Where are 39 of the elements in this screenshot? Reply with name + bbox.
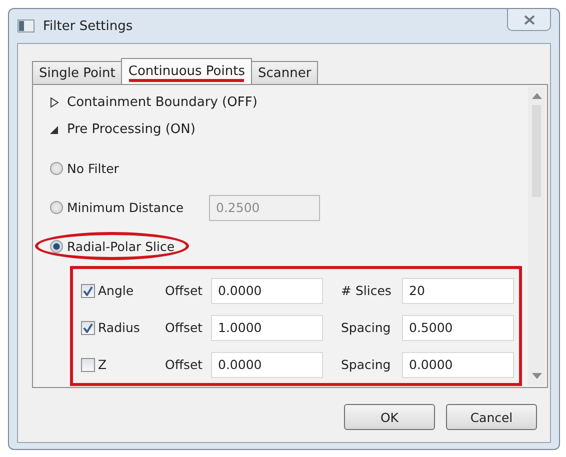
scrollbar[interactable] <box>528 87 545 385</box>
field-label: Offset <box>165 357 204 372</box>
field-label: Offset <box>165 320 204 335</box>
tab[interactable]: Continuous Points <box>121 58 252 84</box>
input-field[interactable]: 0.0000 <box>211 352 323 378</box>
radio-label: Minimum Distance <box>67 200 185 215</box>
radio-button[interactable] <box>50 162 63 175</box>
radio-button[interactable] <box>50 240 63 253</box>
checkbox[interactable] <box>81 358 95 372</box>
input-field[interactable]: 0.0000 <box>211 278 323 304</box>
close-icon <box>524 14 534 24</box>
tab[interactable]: Single Point <box>32 61 122 84</box>
field-label: Offset <box>165 283 204 298</box>
field-label: Spacing <box>341 320 392 335</box>
scroll-up-icon[interactable] <box>532 93 542 99</box>
section-header[interactable]: Pre Processing (ON) <box>67 122 196 137</box>
dialog-button[interactable]: OK <box>344 404 435 430</box>
checkbox[interactable] <box>81 284 95 298</box>
checkbox-label: Radius <box>98 320 140 335</box>
input-field[interactable]: 0.5000 <box>402 314 514 340</box>
tab[interactable]: Scanner <box>250 61 318 84</box>
input-field[interactable]: 0.0000 <box>402 352 514 378</box>
dialog-button[interactable]: Cancel <box>446 404 537 430</box>
close-button[interactable] <box>507 9 551 31</box>
expanded-arrow-icon[interactable] <box>49 124 59 135</box>
checkbox-label: Z <box>98 357 107 372</box>
scroll-down-icon[interactable] <box>532 373 542 379</box>
radio-label: No Filter <box>67 161 119 176</box>
input-field[interactable]: 1.0000 <box>211 314 323 340</box>
field-label: # Slices <box>341 283 392 298</box>
radio-label: Radial-Polar Slice <box>67 239 175 254</box>
collapsed-arrow-icon[interactable] <box>49 97 59 108</box>
checkbox-label: Angle <box>98 283 134 298</box>
section-header[interactable]: Containment Boundary (OFF) <box>67 95 258 110</box>
field-label: Spacing <box>341 357 392 372</box>
checkbox[interactable] <box>81 320 95 334</box>
window-title: Filter Settings <box>43 18 133 34</box>
input-field[interactable]: 20 <box>402 278 514 304</box>
window-icon <box>17 19 35 33</box>
